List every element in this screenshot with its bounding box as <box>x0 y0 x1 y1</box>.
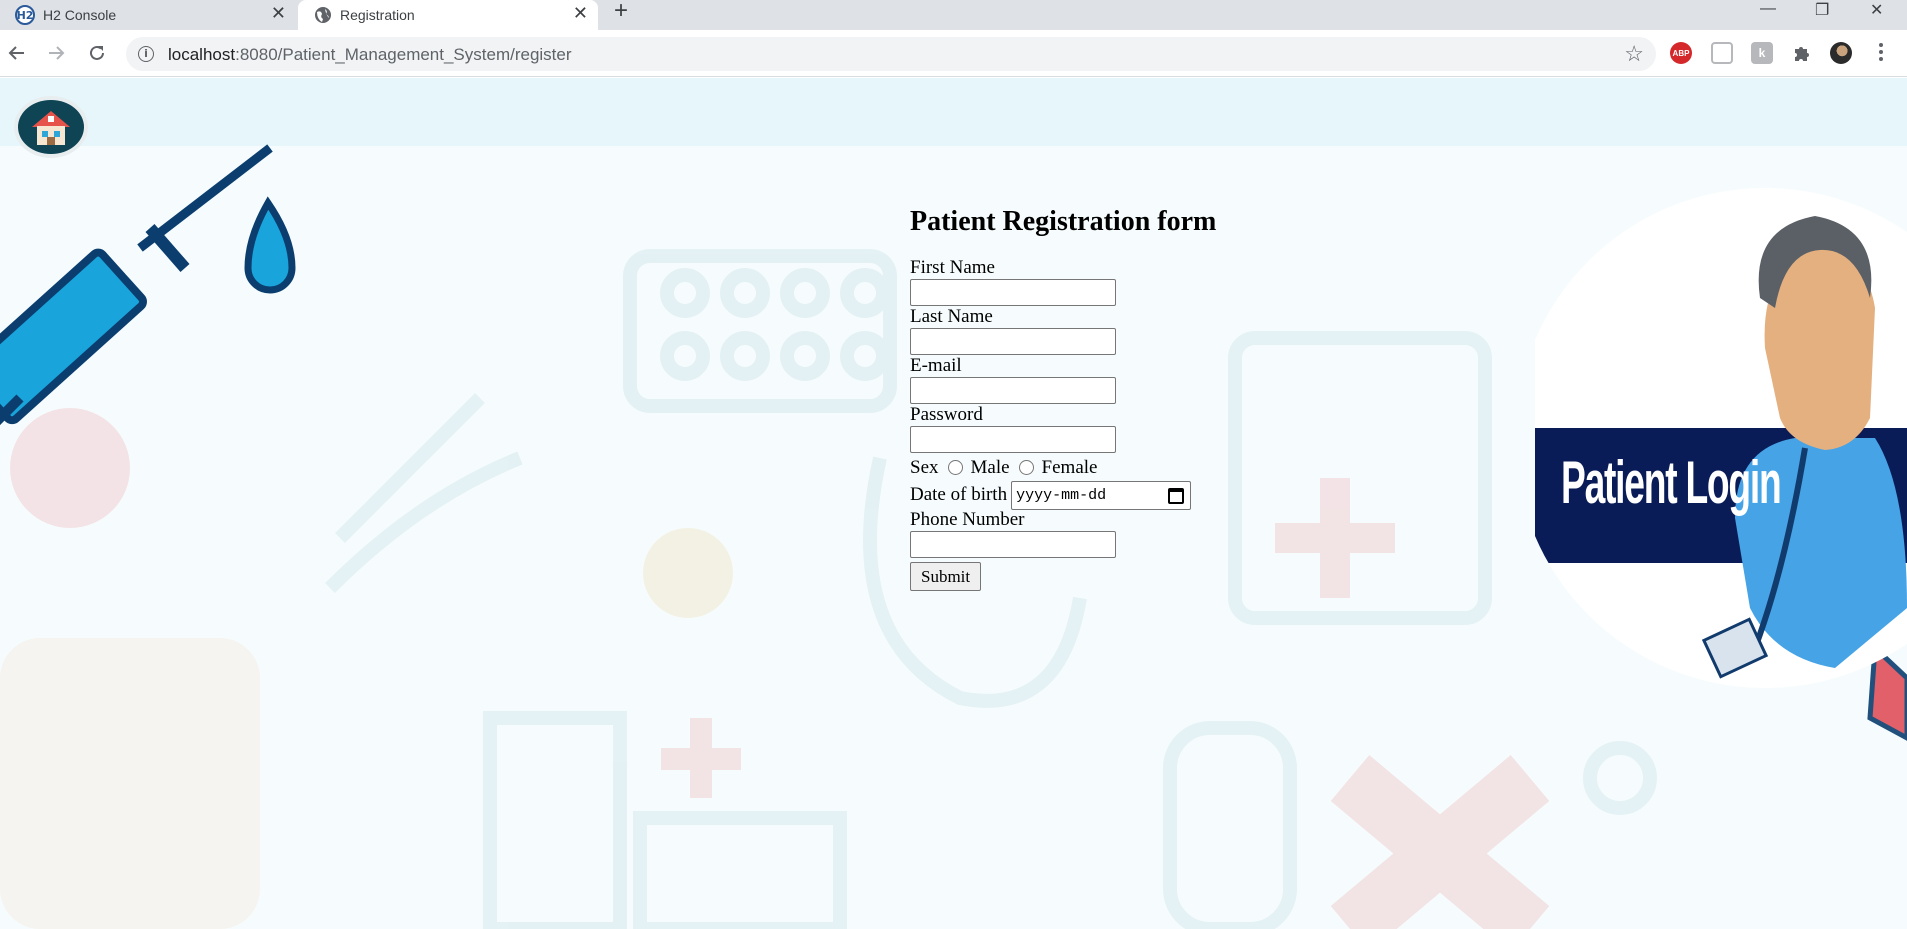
doctor-illustration <box>1535 188 1907 688</box>
phone-field[interactable] <box>910 531 1116 558</box>
tab-title: H2 Console <box>43 7 117 23</box>
forward-arrow-icon <box>49 46 65 60</box>
dob-label: Date of birth <box>910 484 1008 505</box>
back-arrow-icon <box>8 46 24 60</box>
password-label: Password <box>910 404 983 425</box>
restore-icon[interactable]: ❐ <box>1815 0 1829 20</box>
last-name-label: Last Name <box>910 306 993 327</box>
close-icon[interactable]: ✕ <box>271 3 286 24</box>
patient-login-link[interactable]: Patient Login <box>1535 188 1907 688</box>
profile-avatar[interactable] <box>1830 42 1852 64</box>
home-button[interactable] <box>14 96 88 158</box>
extension-icon[interactable]: k <box>1751 42 1773 64</box>
back-button[interactable] <box>5 41 29 65</box>
female-label: Female <box>1041 457 1098 478</box>
address-bar[interactable]: i localhost:8080/Patient_Management_Syst… <box>126 37 1656 71</box>
extension-icon[interactable] <box>1711 42 1733 64</box>
male-radio[interactable] <box>947 459 963 475</box>
tab-title: Registration <box>340 7 415 23</box>
url-path: :8080/Patient_Management_System/register <box>235 45 572 64</box>
url-host: localhost <box>168 45 236 64</box>
forward-button[interactable] <box>44 41 68 65</box>
close-icon[interactable]: ✕ <box>573 3 588 24</box>
tab-registration[interactable]: Registration ✕ <box>298 0 598 30</box>
email-field[interactable] <box>910 377 1116 404</box>
minimize-icon[interactable]: — <box>1760 0 1776 18</box>
browser-menu-icon[interactable] <box>1876 40 1886 66</box>
h2-icon: H2 <box>15 5 35 25</box>
reload-icon <box>90 45 104 60</box>
info-icon[interactable]: i <box>138 46 154 62</box>
bookmark-star-icon[interactable]: ☆ <box>1624 41 1644 67</box>
page-body: Patient Registration form First Name Las… <box>0 78 1907 929</box>
submit-button[interactable]: Submit <box>910 562 982 591</box>
tab-strip: H2 H2 Console ✕ Registration ✕ + — ❐ ✕ <box>0 0 1907 30</box>
patient-login-text: Patient Login <box>1561 449 1782 516</box>
dob-field[interactable]: yyyy-mm-dd <box>1011 480 1192 510</box>
window-close-icon[interactable]: ✕ <box>1870 0 1883 20</box>
dob-placeholder: yyyy-mm-dd <box>1016 486 1107 504</box>
puzzle-icon[interactable] <box>1791 42 1813 64</box>
male-label: Male <box>970 457 1010 478</box>
first-name-label: First Name <box>910 257 995 278</box>
reload-button[interactable] <box>85 41 109 65</box>
calendar-icon[interactable] <box>1168 487 1185 504</box>
url-text[interactable]: localhost:8080/Patient_Management_System… <box>168 45 572 65</box>
form-title: Patient Registration form <box>910 206 1217 237</box>
tab-h2-console[interactable]: H2 H2 Console ✕ <box>0 0 296 30</box>
sex-row: Sex Male Female <box>910 455 1216 481</box>
phone-label: Phone Number <box>910 509 1025 530</box>
new-tab-button[interactable]: + <box>614 0 628 23</box>
female-radio[interactable] <box>1018 459 1034 475</box>
sex-label: Sex <box>910 457 939 478</box>
globe-icon <box>315 7 331 23</box>
password-field[interactable] <box>910 426 1116 453</box>
dob-row: Date of birth yyyy-mm-dd <box>910 480 1216 510</box>
browser-toolbar: i localhost:8080/Patient_Management_Syst… <box>0 30 1907 77</box>
email-label: E-mail <box>910 355 962 376</box>
last-name-field[interactable] <box>910 328 1116 355</box>
house-icon <box>18 100 84 154</box>
adblock-extension-icon[interactable]: ABP <box>1670 42 1692 64</box>
first-name-field[interactable] <box>910 279 1116 306</box>
registration-form: Patient Registration form First Name Las… <box>910 206 1216 591</box>
